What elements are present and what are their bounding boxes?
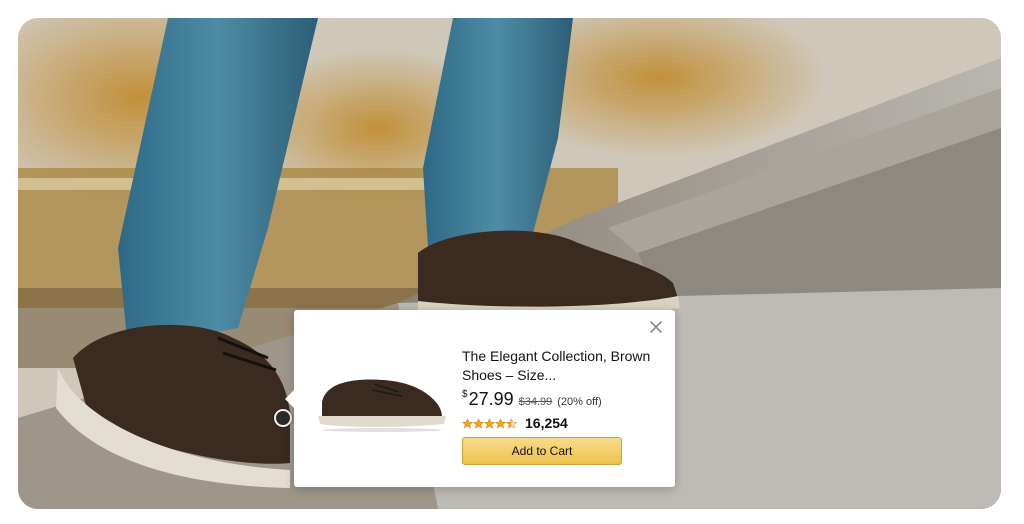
close-icon[interactable] [647, 318, 665, 336]
star-icon [506, 417, 517, 429]
star-icon [484, 417, 495, 429]
rating-row: 16,254 [462, 415, 658, 431]
product-title[interactable]: The Elegant Collection, Brown Shoes – Si… [462, 347, 658, 385]
popover-arrow [285, 390, 294, 408]
review-count[interactable]: 16,254 [525, 415, 568, 431]
add-to-cart-button[interactable]: Add to Cart [462, 437, 622, 465]
star-icon [495, 417, 506, 429]
product-thumbnail[interactable] [314, 362, 450, 432]
price-currency: $ [462, 389, 468, 400]
product-info: The Elegant Collection, Brown Shoes – Si… [462, 347, 658, 465]
old-price: $34.99 [518, 396, 553, 408]
current-price: $27.99 [462, 389, 514, 410]
discount-label: (20% off) [557, 396, 602, 408]
star-icon [473, 417, 484, 429]
product-hotspot[interactable] [274, 409, 292, 427]
product-popover: The Elegant Collection, Brown Shoes – Si… [285, 310, 675, 487]
star-rating[interactable] [462, 417, 517, 429]
star-icon [462, 417, 473, 429]
price-row: $27.99 $34.99 (20% off) [462, 389, 658, 410]
price-amount: 27.99 [468, 389, 514, 409]
